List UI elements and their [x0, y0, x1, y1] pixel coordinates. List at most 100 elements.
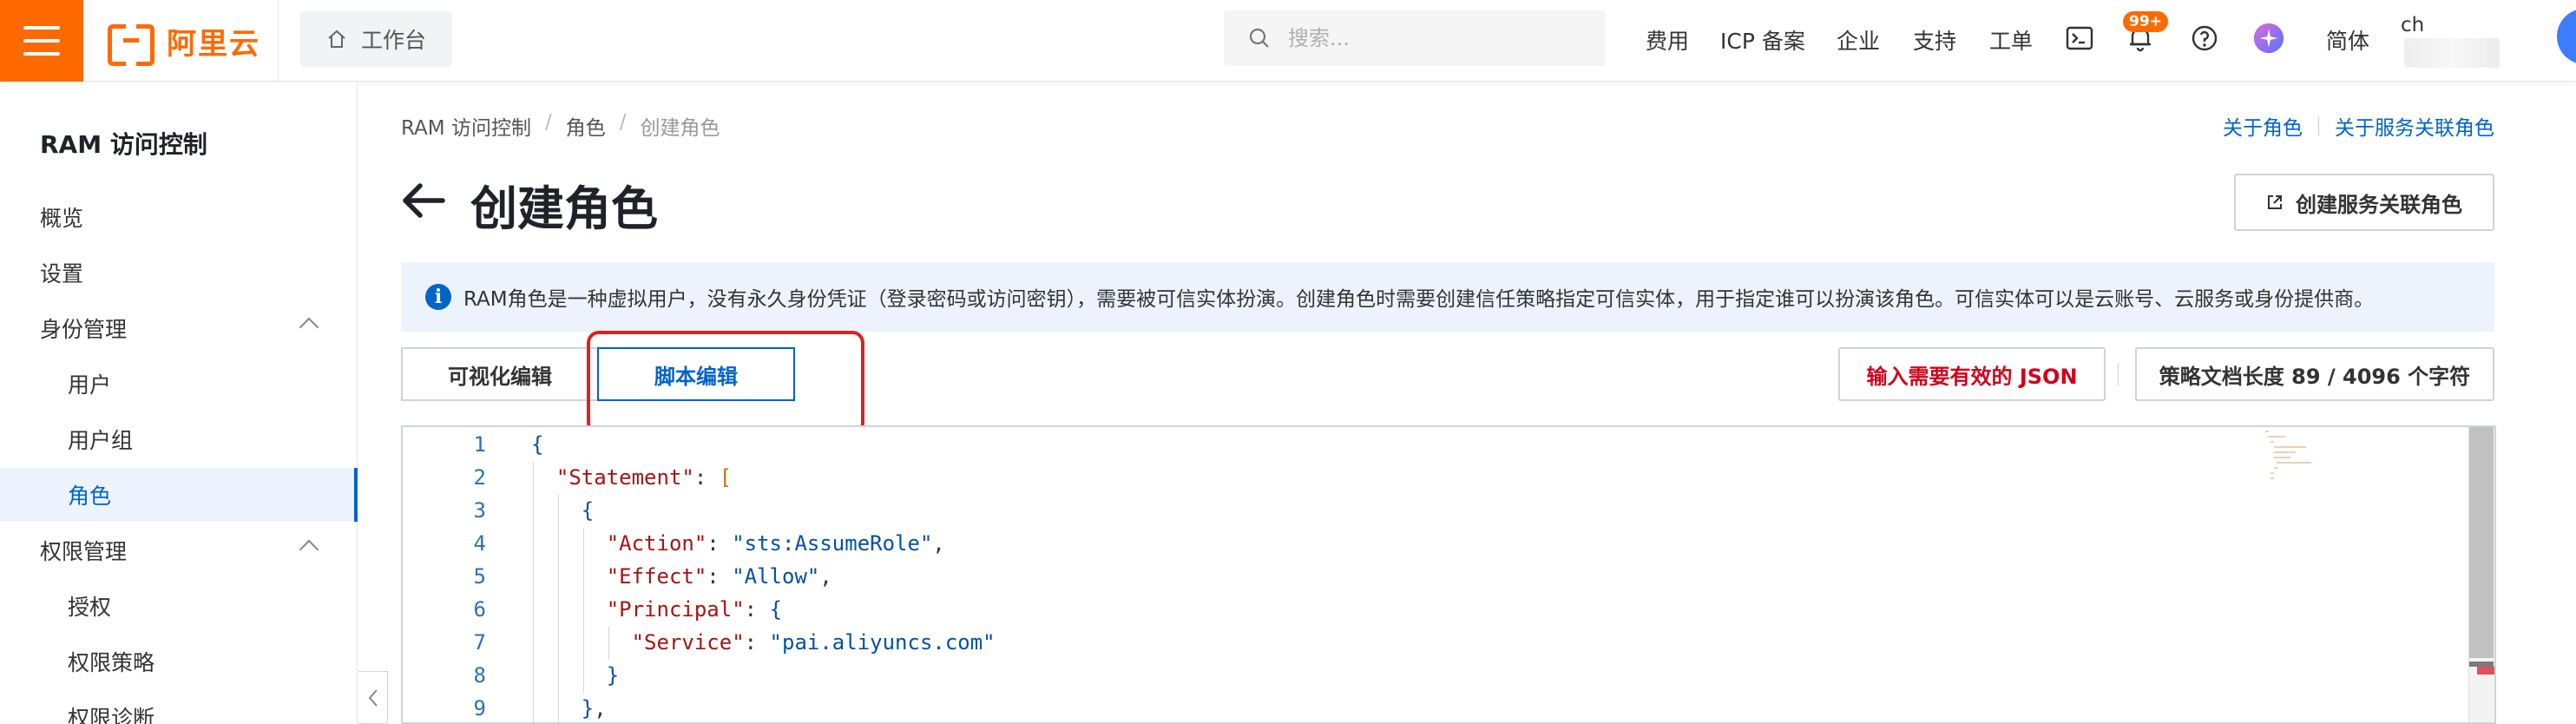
home-icon — [328, 30, 345, 48]
user-name[interactable]: ch — [2401, 14, 2424, 36]
minimap-line — [2273, 457, 2291, 458]
indent-guide — [558, 561, 559, 594]
indent-guide — [533, 660, 534, 693]
code-line[interactable]: "Statement": [ — [531, 462, 732, 493]
minimap-line — [2268, 436, 2285, 438]
indent-guide — [583, 660, 584, 693]
code-editor[interactable]: 1 {2 "Statement": [3 {4 "Action": "sts:As… — [401, 425, 2496, 724]
sidebar-item-label: 身份管理 — [40, 317, 128, 342]
top-bar: 阿里云 工作台 费用 ICP 备案 企业 支持 工单 99+ 简体 ch — [0, 0, 2576, 82]
line-number: 2 — [473, 465, 486, 490]
back-arrow-icon[interactable] — [399, 177, 446, 224]
json-validation-error: 输入需要有效的 JSON — [1838, 347, 2106, 401]
editor-minimap[interactable] — [2265, 431, 2395, 535]
code-line[interactable]: { — [531, 429, 543, 460]
policy-length-indicator: 策略文档长度 89 / 4096 个字符 — [2135, 347, 2494, 401]
indent-guide — [533, 528, 534, 561]
sidebar-item-users[interactable]: 用户 — [0, 357, 356, 411]
tab-label: 脚本编辑 — [654, 364, 738, 389]
line-number: 6 — [473, 597, 486, 622]
notification-badge: 99+ — [2123, 11, 2168, 32]
ai-assistant-icon[interactable] — [2253, 23, 2284, 54]
language-switch[interactable]: 简体 — [2326, 24, 2369, 56]
indent-guide — [558, 528, 559, 561]
brand-logo[interactable]: 阿里云 — [108, 23, 260, 66]
sidebar-item-label: 权限策略 — [68, 650, 155, 675]
assistant-float-button[interactable] — [2557, 9, 2576, 64]
code-line[interactable]: }, — [531, 693, 607, 722]
nav-enterprise[interactable]: 企业 — [1837, 24, 1880, 56]
page-title: 创建角色 — [470, 181, 658, 236]
sidebar-group-identity[interactable]: 身份管理 — [0, 301, 356, 355]
breadcrumb-separator: / — [619, 111, 627, 134]
menu-icon[interactable] — [0, 0, 83, 82]
tab-script-editor[interactable]: 脚本编辑 — [597, 347, 795, 401]
line-number: 5 — [473, 564, 486, 589]
about-service-linked-roles-link[interactable]: 关于服务关联角色 — [2335, 111, 2494, 141]
editor-scrollbar-thumb[interactable] — [2469, 427, 2494, 658]
aliyun-logo-mark — [108, 24, 154, 66]
help-icon[interactable] — [2189, 23, 2220, 54]
nav-icp[interactable]: ICP 备案 — [1720, 24, 1805, 56]
nav-support[interactable]: 支持 — [1913, 24, 1956, 56]
line-number: 4 — [473, 531, 486, 556]
breadcrumb-roles[interactable]: 角色 — [566, 111, 606, 141]
breadcrumb-ram[interactable]: RAM 访问控制 — [401, 111, 531, 141]
indent-guide — [533, 693, 534, 722]
scrollbar-error-marker — [2477, 667, 2494, 675]
indent-guide — [533, 627, 534, 660]
chevron-up-icon — [299, 539, 319, 560]
code-line[interactable]: "Service": "pai.aliyuncs.com" — [531, 627, 996, 658]
breadcrumb: RAM 访问控制 / 角色 / 创建角色 — [401, 111, 720, 141]
code-line[interactable]: } — [531, 660, 619, 691]
policy-length-label: 策略文档长度 89 / 4096 个字符 — [2159, 364, 2471, 389]
indent-guide — [583, 594, 584, 627]
sidebar-item-grants[interactable]: 授权 — [0, 579, 356, 633]
about-roles-link[interactable]: 关于角色 — [2223, 111, 2303, 141]
workbench-button[interactable]: 工作台 — [300, 11, 453, 67]
link-divider — [2318, 116, 2319, 135]
code-line[interactable]: "Effect": "Allow", — [531, 561, 832, 592]
external-link-icon — [2268, 195, 2282, 209]
sidebar-item-overview[interactable]: 概览 — [0, 190, 356, 244]
info-notice: i RAM角色是一种虚拟用户，没有永久身份凭证（登录密码或访问密钥），需要被可信… — [401, 262, 2494, 332]
brand-name: 阿里云 — [167, 26, 260, 62]
chevron-left-icon — [368, 688, 378, 707]
search-box[interactable] — [1224, 10, 1606, 66]
indent-guide — [533, 462, 534, 495]
line-number: 8 — [473, 663, 486, 688]
sidebar-item-label: 设置 — [40, 261, 84, 286]
sidebar-item-label: 角色 — [68, 484, 112, 509]
tab-visual-editor[interactable]: 可视化编辑 — [401, 347, 599, 401]
sidebar-group-permissions[interactable]: 权限管理 — [0, 523, 356, 577]
indent-guide — [558, 594, 559, 627]
sidebar-item-settings[interactable]: 设置 — [0, 246, 356, 299]
sidebar: RAM 访问控制 概览 设置 身份管理 用户 用户组 角色 权限管理 授权 权限… — [0, 82, 358, 724]
divider — [2118, 363, 2119, 385]
code-line[interactable]: "Action": "sts:AssumeRole", — [531, 528, 945, 559]
header-divider — [278, 0, 279, 82]
help-links: 关于角色 关于服务关联角色 — [2223, 111, 2494, 141]
code-line[interactable]: "Principal": { — [531, 594, 782, 625]
line-number: 9 — [473, 696, 486, 721]
nav-ticket[interactable]: 工单 — [1989, 24, 2033, 56]
sidebar-item-diagnosis[interactable]: 权限诊断 — [0, 690, 356, 724]
minimap-line — [2276, 462, 2312, 464]
minimap-line — [2265, 431, 2269, 432]
sidebar-item-label: 权限诊断 — [68, 706, 155, 724]
minimap-line — [2270, 441, 2275, 443]
sidebar-item-policies[interactable]: 权限策略 — [0, 635, 356, 688]
terminal-icon[interactable] — [2064, 23, 2095, 54]
code-line[interactable]: { — [531, 495, 594, 526]
search-input[interactable] — [1288, 26, 1583, 50]
sidebar-item-roles[interactable]: 角色 — [0, 468, 358, 522]
notice-text: RAM角色是一种虚拟用户，没有永久身份凭证（登录密码或访问密钥），需要被可信实体… — [463, 288, 2375, 311]
breadcrumb-separator: / — [544, 111, 552, 134]
create-service-linked-role-button[interactable]: 创建服务关联角色 — [2234, 174, 2494, 231]
sidebar-item-user-groups[interactable]: 用户组 — [0, 412, 356, 466]
sidebar-item-label: 授权 — [68, 595, 112, 620]
info-icon: i — [425, 284, 451, 310]
sidebar-collapse-handle[interactable] — [358, 671, 388, 724]
indent-guide — [558, 627, 559, 660]
nav-billing[interactable]: 费用 — [1646, 24, 1689, 56]
